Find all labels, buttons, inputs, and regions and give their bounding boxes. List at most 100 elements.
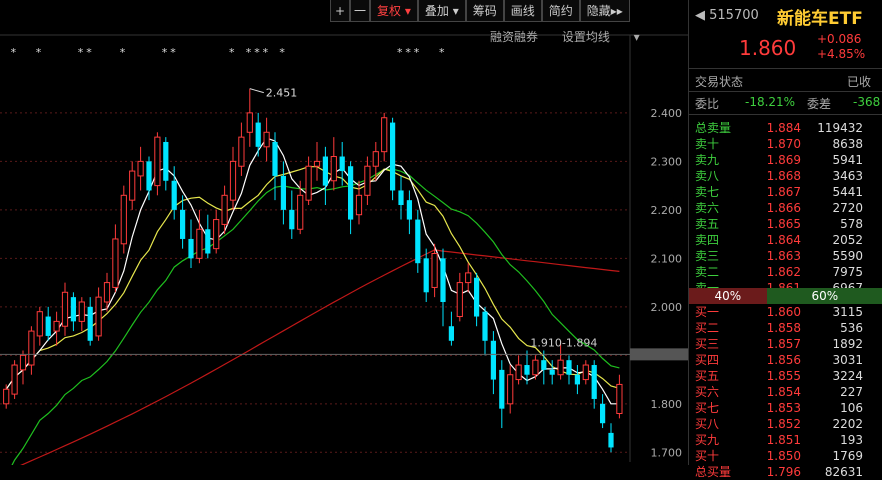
bid-price: 1.850 [766,449,801,463]
fuquan-button[interactable]: 复权 ▾ [370,0,418,22]
current-price-tag [630,348,688,361]
bid-vol: 1892 [832,337,863,351]
candle-body [415,219,421,264]
status-value: 已收 [847,75,872,89]
price-change: +0.086 +4.85% [817,32,865,62]
candle-body [566,360,572,375]
candle-body [28,330,35,366]
event-star-icon: * [162,46,168,59]
ask-row[interactable]: 卖二 1.862 7975 [689,264,882,280]
event-star-icon: * [279,46,285,59]
ask-vol: 3463 [832,169,863,183]
overlay-button[interactable]: 叠加 ▾ [417,0,466,22]
ask-price: 1.868 [766,169,801,183]
candle-body [549,369,555,375]
candle-body [78,301,85,322]
ask-label: 卖四 [695,233,720,247]
candle-body [616,383,623,415]
event-star-icon: * [170,46,176,59]
y-tick-label: 2.400 [651,107,683,120]
ask-row[interactable]: 卖八 1.868 3463 [689,168,882,184]
bid-price: 1.854 [766,385,801,399]
kline-chart[interactable]: 2.4002.3002.2002.1002.0001.9001.8001.700… [0,0,688,477]
y-tick-label: 2.100 [651,252,683,265]
high-annotation: 2.451 [266,87,298,100]
bid-vol: 2202 [832,417,863,431]
event-star-icon: * [78,46,84,59]
bid-row[interactable]: 买七 1.853 106 [689,400,882,416]
chart-toolbar: + 一 复权 ▾ 叠加 ▾ 筹码 画线 简约 隐藏▸▸ [330,0,630,22]
ask-label: 卖七 [695,185,720,199]
candle-body [70,297,77,322]
ask-vol: 578 [840,217,863,231]
candle-body [213,219,220,250]
chip-button[interactable]: 筹码 [465,0,504,22]
hide-label: 隐藏 [586,4,611,18]
bid-row[interactable]: 买六 1.854 227 [689,384,882,400]
buy-total-price: 1.796 [766,465,801,479]
candle-body [532,359,539,376]
ask-row[interactable]: 卖六 1.866 2720 [689,200,882,216]
candle-body [289,209,295,230]
bid-row[interactable]: 买九 1.851 193 [689,432,882,448]
simple-button[interactable]: 简约 [541,0,580,22]
ask-row[interactable]: 卖十 1.870 8638 [689,136,882,152]
bid-row[interactable]: 买一 1.860 3115 [689,304,882,320]
candle-body [591,365,597,399]
zoom-out-button[interactable]: 一 [350,0,370,22]
buy-total-label: 总买量 [695,465,732,479]
candle-body [45,316,51,336]
ask-vol: 2720 [832,201,863,215]
bid-label: 买五 [695,369,720,383]
candle-body [465,272,472,284]
candle-body [3,388,10,405]
bid-row[interactable]: 买八 1.852 2202 [689,416,882,432]
ask-row[interactable]: 卖三 1.863 5590 [689,248,882,264]
ask-price: 1.863 [766,249,801,263]
quote-panel: ◀ 515700 新能车ETF 1.860 +0.086 +4.85% 交易状态… [688,0,882,479]
event-star-icon: * [246,46,252,59]
ask-row[interactable]: 卖五 1.865 578 [689,216,882,232]
bid-vol: 1769 [832,449,863,463]
divider [689,91,882,92]
ask-row[interactable]: 卖七 1.867 5441 [689,184,882,200]
status-label: 交易状态 [695,75,744,89]
ask-vol: 5941 [832,153,863,167]
draw-line-button[interactable]: 画线 [503,0,542,22]
candle-body [515,364,522,381]
candle-body [330,156,337,182]
bid-label: 买八 [695,417,720,431]
candle-body [205,229,211,254]
candle-body [137,160,144,177]
ask-row[interactable]: 卖九 1.869 5941 [689,152,882,168]
kline-svg[interactable]: 2.4002.3002.2002.1002.0001.9001.8001.700… [0,0,688,477]
candle-body [347,166,354,220]
bid-row[interactable]: 买五 1.855 3224 [689,368,882,384]
y-tick-label: 2.000 [651,301,683,314]
bid-row[interactable]: 买四 1.856 3031 [689,352,882,368]
zoom-in-button[interactable]: + [330,0,350,22]
candle-body [61,291,69,327]
event-star-icon: * [405,46,411,59]
ma-settings-link[interactable]: 设置均线 ▾ [562,30,640,44]
candle-body [389,122,396,191]
hide-button[interactable]: 隐藏▸▸ [579,0,630,22]
candle-body [196,228,203,259]
candle-body [171,180,177,210]
bid-price: 1.851 [766,433,801,447]
ask-row[interactable]: 卖四 1.864 2052 [689,232,882,248]
bid-vol: 227 [840,385,863,399]
candle-body [36,311,43,337]
candle-body [372,151,379,167]
bid-row[interactable]: 买二 1.858 536 [689,320,882,336]
bid-row[interactable]: 买十 1.850 1769 [689,448,882,464]
bid-row[interactable]: 买三 1.857 1892 [689,336,882,352]
candle-body [163,141,169,181]
rzrq-link[interactable]: 融资融券 [490,30,538,44]
bid-label: 买六 [695,385,720,399]
candle-body [582,364,589,381]
weicha-value: -368 [853,95,881,109]
candle-body [229,160,237,201]
buy-total-vol: 82631 [824,465,863,479]
ask-vol: 2052 [832,233,863,247]
